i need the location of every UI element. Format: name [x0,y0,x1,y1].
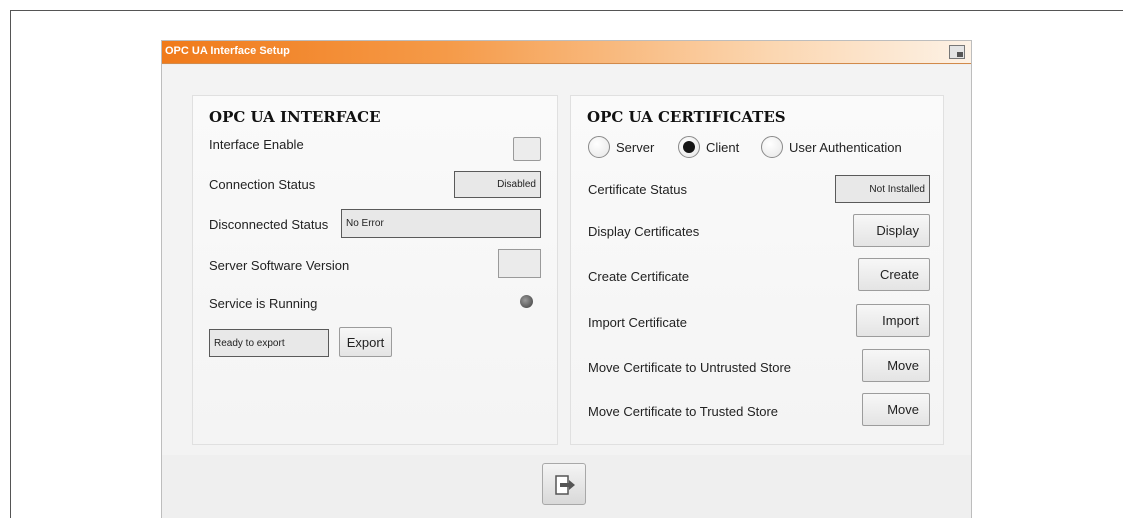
move-untrusted-button[interactable]: Move [862,349,930,382]
certificate-status-value: Not Installed [835,175,930,203]
import-certificate-label: Import Certificate [588,315,687,330]
radio-user-authentication[interactable]: User Authentication [761,136,902,158]
move-untrusted-label: Move Certificate to Untrusted Store [588,360,792,375]
display-certificates-label: Display Certificates [588,224,700,239]
server-version-value [498,249,541,278]
create-certificate-label: Create Certificate [588,269,690,284]
opc-ua-certificates-panel: OPC UA CERTIFICATES Server Client User A… [570,95,944,445]
window-content: OPC UA INTERFACE Interface Enable Connec… [162,65,971,455]
certificate-status-label: Certificate Status [588,182,687,197]
radio-client[interactable]: Client [678,136,739,158]
opc-ua-interface-panel: OPC UA INTERFACE Interface Enable Connec… [192,95,558,445]
display-button[interactable]: Display [853,214,930,247]
radio-server[interactable]: Server [588,136,654,158]
connection-status-value: Disabled [454,171,541,198]
radio-server-circle[interactable] [588,136,610,158]
interface-enable-label: Interface Enable [209,137,304,152]
radio-user-authentication-circle[interactable] [761,136,783,158]
import-button[interactable]: Import [856,304,930,337]
server-version-label: Server Software Version [209,258,350,273]
window-restore-icon[interactable] [949,45,965,59]
export-button[interactable]: Export [339,327,392,357]
service-running-label: Service is Running [209,296,318,311]
disconnected-status-value: No Error [341,209,541,238]
opc-ua-setup-window: OPC UA Interface Setup OPC UA INTERFACE … [161,40,972,518]
connection-status-label: Connection Status [209,177,316,192]
disconnected-status-label: Disconnected Status [209,217,329,232]
radio-server-label: Server [616,139,655,155]
window-title: OPC UA Interface Setup [165,45,290,57]
interface-heading: OPC UA INTERFACE [209,108,381,126]
window-titlebar: OPC UA Interface Setup [162,41,971,64]
interface-enable-checkbox[interactable] [513,137,541,161]
move-trusted-label: Move Certificate to Trusted Store [588,404,779,419]
radio-client-label: Client [706,139,740,155]
radio-client-circle[interactable] [678,136,700,158]
exit-door-icon [555,475,575,495]
exit-button[interactable] [542,463,586,505]
move-trusted-button[interactable]: Move [862,393,930,426]
service-running-led [520,295,533,308]
certificates-heading: OPC UA CERTIFICATES [587,108,786,126]
radio-user-authentication-label: User Authentication [789,139,902,155]
create-button[interactable]: Create [858,258,930,291]
export-status-value: Ready to export [209,329,329,357]
